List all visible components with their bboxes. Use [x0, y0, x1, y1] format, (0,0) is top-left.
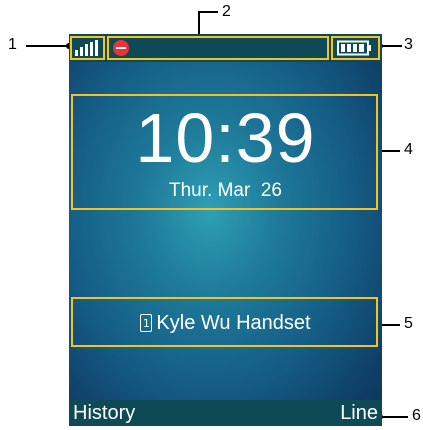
callout-6-line: [380, 416, 408, 418]
callout-2-line-h: [198, 11, 218, 13]
callout-4: 4: [404, 141, 413, 158]
callout-3-line: [380, 45, 402, 47]
callout-2: 2: [222, 3, 231, 20]
callout-1-line: [26, 45, 71, 47]
highlight-signal: [70, 36, 105, 60]
callout-3: 3: [404, 36, 413, 53]
phone-screen: 10:39 Thur. Mar 26 1 Kyle Wu Handset His…: [69, 34, 382, 426]
callout-5: 5: [404, 315, 413, 332]
line-softkey[interactable]: Line: [340, 402, 378, 424]
highlight-clock: [71, 94, 378, 210]
highlight-status-area: [107, 36, 329, 60]
history-softkey[interactable]: History: [73, 402, 135, 424]
callout-6: 6: [412, 407, 421, 424]
callout-1: 1: [8, 36, 17, 53]
softkey-bar: History Line: [69, 400, 382, 426]
highlight-handset: [71, 297, 378, 347]
highlight-battery: [331, 36, 380, 60]
callout-2-line-v: [198, 11, 200, 35]
